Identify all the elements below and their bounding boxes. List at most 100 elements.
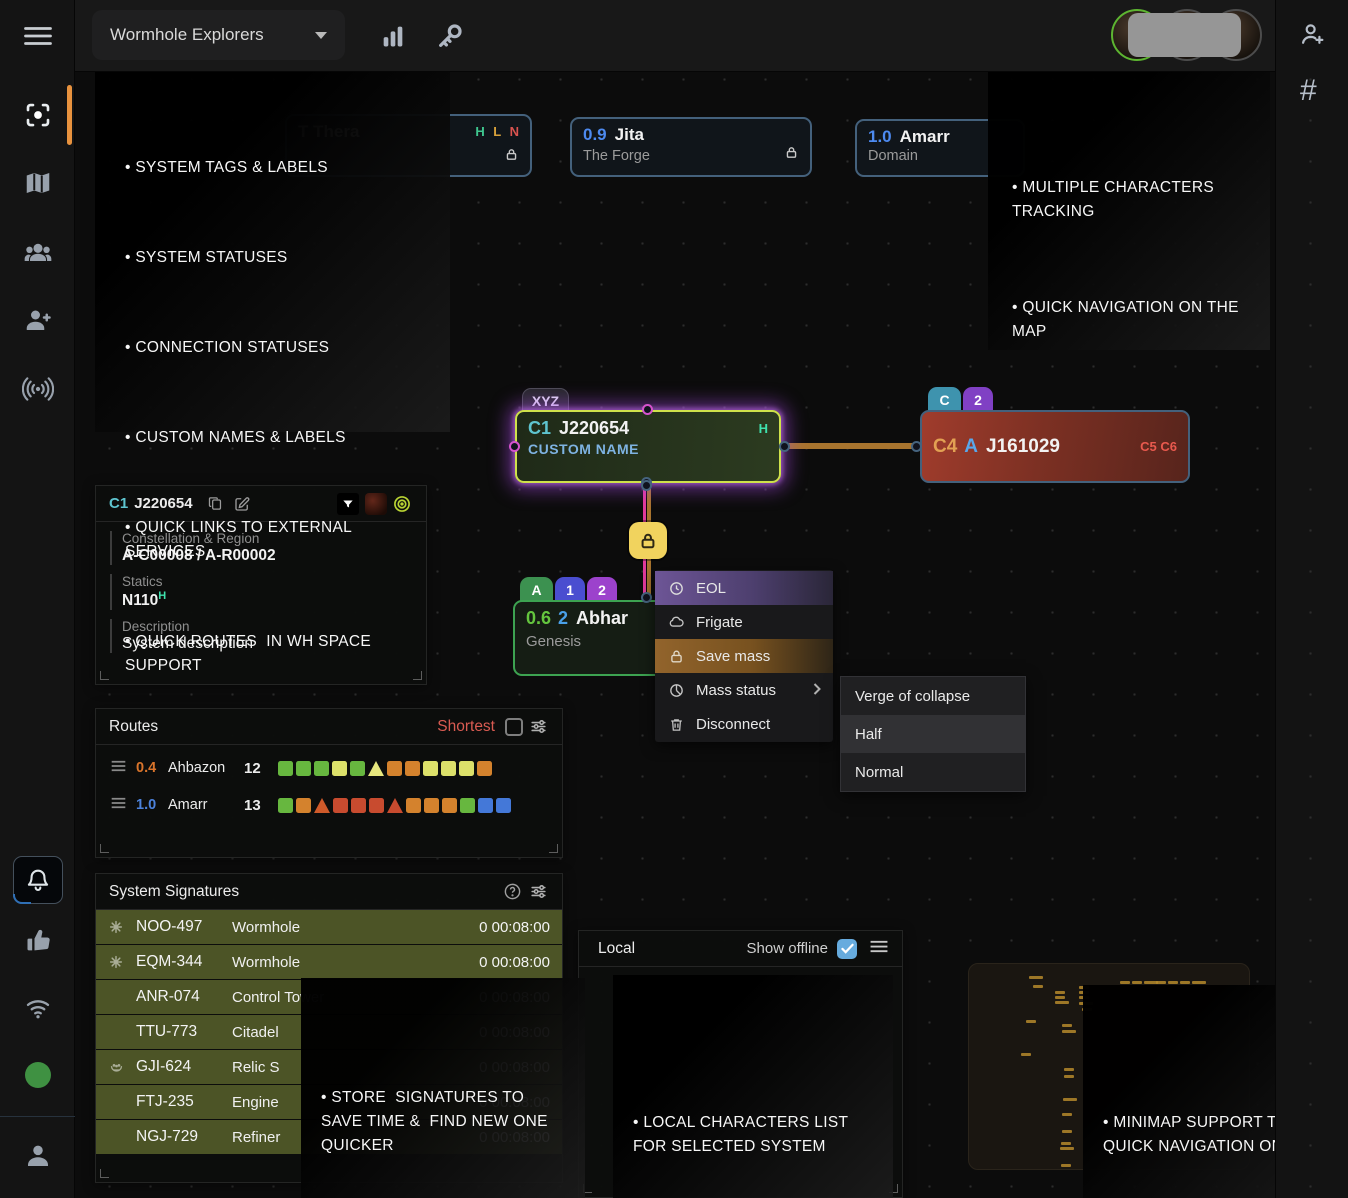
- signature-id: NOO-497: [136, 918, 232, 936]
- save-mass-lock-badge[interactable]: [629, 522, 667, 559]
- route-row[interactable]: 0.4 Ahbazon 12: [96, 754, 562, 782]
- static-flag: H: [759, 421, 768, 436]
- hamburger-icon[interactable]: [869, 939, 889, 959]
- sliders-icon[interactable]: [527, 881, 549, 903]
- bar-chart-icon[interactable]: [375, 18, 411, 54]
- lock-icon: [784, 145, 799, 165]
- features-callout: • SYSTEM TAGS & LABELS • SYSTEM STATUSES…: [95, 68, 450, 432]
- shortest-checkbox[interactable]: [505, 718, 523, 736]
- resize-handle[interactable]: [100, 671, 109, 680]
- minimap-system-mark: [1064, 1068, 1074, 1071]
- signatures-header: System Signatures: [96, 874, 562, 910]
- status-dot[interactable]: [25, 1062, 51, 1088]
- route-step-square: [278, 798, 293, 813]
- resize-handle[interactable]: [100, 1169, 109, 1178]
- route-step-square: [369, 798, 384, 813]
- menu-item-save-mass[interactable]: Save mass: [655, 639, 833, 673]
- mass-status-submenu: Verge of collapse Half Normal: [840, 676, 1026, 792]
- security-status: 1.0: [136, 797, 168, 813]
- person-icon[interactable]: [22, 1140, 54, 1172]
- system-tab-a[interactable]: A: [520, 577, 553, 602]
- system-node-c1[interactable]: C1 J220654 H CUSTOM NAME: [515, 410, 781, 483]
- sort-mode-label[interactable]: Shortest: [437, 718, 495, 736]
- map-icon[interactable]: [22, 167, 54, 199]
- sliders-icon[interactable]: [527, 716, 549, 738]
- system-tab-1[interactable]: 1: [555, 577, 585, 602]
- local-header: Local Show offline: [579, 931, 902, 967]
- route-step-square: [296, 761, 311, 776]
- system-tab-c[interactable]: C: [928, 387, 961, 412]
- hamburger-icon[interactable]: [22, 20, 54, 52]
- chevron-down-icon: [315, 32, 327, 39]
- security-status: 0.6: [526, 608, 551, 629]
- broadcast-icon[interactable]: [22, 373, 54, 405]
- route-step-square: [459, 761, 474, 776]
- signature-id: TTU-773: [136, 1023, 232, 1041]
- signature-row[interactable]: NOO-497 Wormhole 0 00:08:00: [96, 910, 562, 944]
- menu-item-label: Disconnect: [696, 716, 770, 733]
- person-add-icon[interactable]: [22, 304, 54, 336]
- key-icon[interactable]: [432, 18, 468, 54]
- connection-handle[interactable]: [509, 441, 520, 452]
- connection-endpoint[interactable]: [911, 441, 922, 452]
- route-step-triangle: [368, 761, 384, 776]
- system-tab-2[interactable]: 2: [587, 577, 617, 602]
- submenu-item-half[interactable]: Half: [841, 715, 1025, 753]
- wormhole-icon: [96, 919, 136, 935]
- connection-endpoint[interactable]: [641, 592, 652, 603]
- minimap-system-mark: [1063, 1098, 1077, 1101]
- route-row[interactable]: 1.0 Amarr 13: [96, 791, 562, 819]
- system-node-jita[interactable]: 0.9 Jita The Forge: [570, 117, 812, 177]
- connection-handle[interactable]: [642, 404, 653, 415]
- menu-item-label: EOL: [696, 580, 726, 597]
- wormhole-icon: [96, 954, 136, 970]
- signature-row[interactable]: EQM-344 Wormhole 0 00:08:00: [96, 945, 562, 979]
- route-step-triangle: [387, 798, 403, 813]
- resize-handle[interactable]: [549, 844, 558, 853]
- menu-item-frigate[interactable]: Frigate: [655, 605, 833, 639]
- submenu-item-normal[interactable]: Normal: [841, 753, 1025, 791]
- resize-handle[interactable]: [100, 844, 109, 853]
- connection-endpoint[interactable]: [779, 441, 790, 452]
- wifi-icon[interactable]: [22, 992, 54, 1024]
- notifications-button[interactable]: [13, 856, 63, 904]
- drag-handle-icon[interactable]: [110, 796, 136, 815]
- minimap-system-mark: [1060, 1147, 1074, 1150]
- system-tag[interactable]: XYZ: [522, 388, 569, 412]
- person-add-icon[interactable]: [1297, 18, 1329, 50]
- security-status: 0.9: [583, 125, 607, 145]
- submenu-item-verge[interactable]: Verge of collapse: [841, 677, 1025, 715]
- signature-timer: 0 00:08:00: [479, 954, 550, 971]
- signature-type: Wormhole: [232, 919, 479, 936]
- pie-icon: [667, 681, 685, 699]
- left-sidebar: [0, 0, 75, 1198]
- signature-id: ANR-074: [136, 988, 232, 1006]
- focus-icon[interactable]: [22, 99, 54, 131]
- minimap-system-mark: [1120, 981, 1130, 984]
- menu-item-mass-status[interactable]: Mass status: [655, 673, 833, 707]
- connection-c1-c4[interactable]: [786, 443, 918, 449]
- region-name: Domain: [868, 148, 918, 164]
- route-step-square: [406, 798, 421, 813]
- jump-count: 12: [244, 760, 278, 777]
- drag-handle-icon[interactable]: [110, 759, 136, 778]
- minimap-system-mark: [1192, 981, 1206, 984]
- menu-item-disconnect[interactable]: Disconnect: [655, 707, 833, 741]
- signature-id: NGJ-729: [136, 1128, 232, 1146]
- show-offline-checkbox[interactable]: [837, 939, 857, 959]
- system-node-c4[interactable]: C4 A J161029 C5 C6: [920, 410, 1190, 483]
- map-selector[interactable]: Wormhole Explorers: [92, 10, 345, 60]
- hashtag-icon[interactable]: #: [1300, 74, 1317, 108]
- menu-item-eol[interactable]: EOL: [655, 571, 833, 605]
- system-tab-2[interactable]: 2: [963, 387, 993, 412]
- connection-endpoint[interactable]: [641, 480, 652, 491]
- route-step-square: [387, 761, 402, 776]
- minimap-system-mark: [1033, 985, 1043, 988]
- help-icon[interactable]: [501, 881, 523, 903]
- people-icon[interactable]: [22, 237, 54, 269]
- character-count: 2: [558, 608, 568, 629]
- thumbs-up-icon[interactable]: [22, 925, 54, 957]
- signature-id: FTJ-235: [136, 1093, 232, 1111]
- resize-handle[interactable]: [413, 671, 422, 680]
- minimap-system-mark: [1061, 1164, 1071, 1167]
